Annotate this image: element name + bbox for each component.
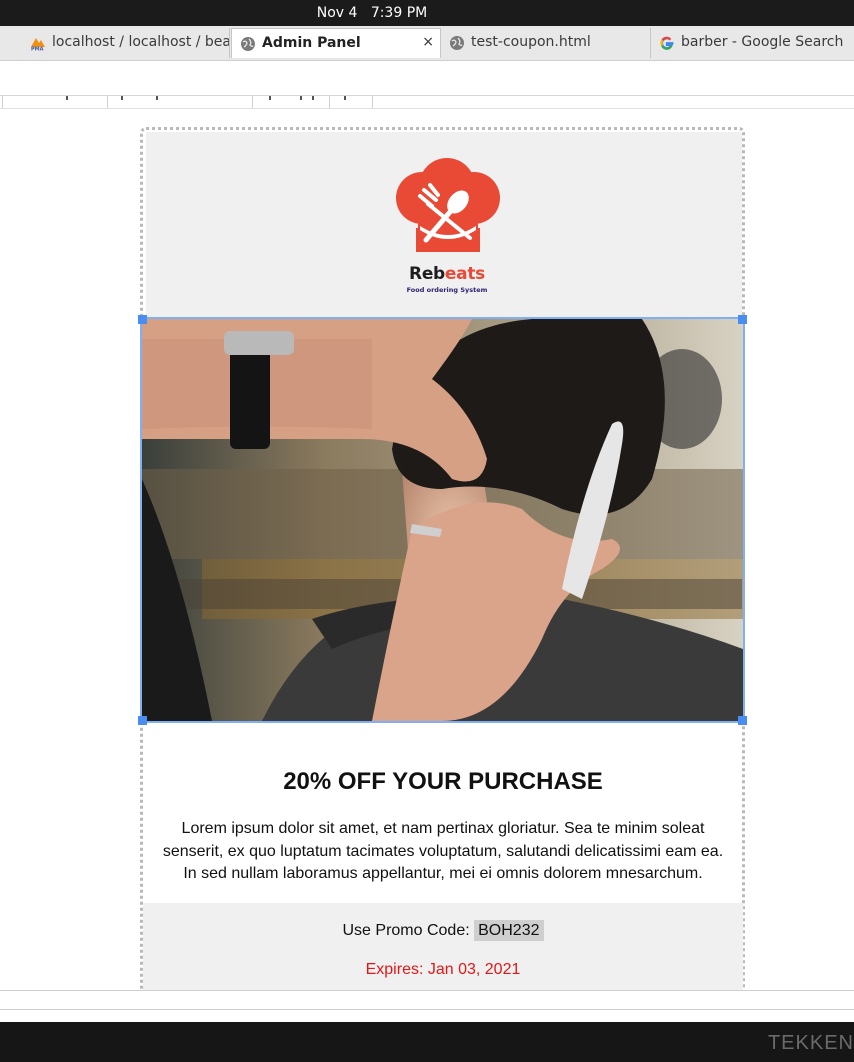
system-top-bar: Nov 4 7:39 PM bbox=[0, 0, 854, 26]
toolbar-button[interactable] bbox=[344, 96, 346, 100]
globe-icon bbox=[450, 36, 464, 50]
toolbar-divider bbox=[2, 96, 3, 108]
expiry-text: Expires: Jan 03, 2021 bbox=[365, 961, 521, 978]
promo-code[interactable]: BOH232 bbox=[474, 920, 544, 941]
google-icon bbox=[660, 36, 674, 50]
chef-hat-icon bbox=[396, 158, 500, 252]
tab-google-search[interactable]: barber - Google Search bbox=[651, 28, 854, 58]
close-icon[interactable]: × bbox=[422, 34, 434, 50]
brand-name-prefix: Reb bbox=[409, 264, 445, 284]
coupon-title[interactable]: 20% OFF YOUR PURCHASE bbox=[143, 768, 743, 796]
toolbar-divider bbox=[252, 96, 253, 108]
coupon-body-text[interactable]: Lorem ipsum dolor sit amet, et nam perti… bbox=[155, 818, 731, 886]
barber-photo bbox=[142, 319, 762, 721]
promo-line: Use Promo Code: BOH232 bbox=[143, 920, 743, 941]
toolbar-divider bbox=[372, 96, 373, 108]
brand-name: Rebeats bbox=[392, 264, 502, 284]
toolbar-divider bbox=[329, 96, 330, 108]
tab-label: Admin Panel bbox=[262, 35, 361, 51]
editor-toolbar bbox=[0, 61, 854, 96]
resize-handle[interactable] bbox=[738, 315, 747, 324]
resize-handle[interactable] bbox=[738, 716, 747, 725]
editor-format-bar bbox=[0, 96, 854, 109]
tab-label: barber - Google Search bbox=[681, 34, 844, 50]
globe-icon bbox=[241, 37, 255, 51]
toolbar-divider bbox=[107, 96, 108, 108]
brand-tagline: Food ordering System bbox=[406, 286, 488, 294]
email-header[interactable]: Rebeats Food ordering System bbox=[146, 132, 742, 322]
brand-name-suffix: eats bbox=[444, 264, 485, 284]
promo-block[interactable]: Use Promo Code: BOH232 Expires: Jan 03, … bbox=[143, 903, 743, 990]
tab-phpmyadmin[interactable]: PMA localhost / localhost / bea bbox=[22, 28, 230, 58]
brand-logo[interactable]: Rebeats Food ordering System bbox=[392, 156, 502, 301]
promo-label: Use Promo Code: bbox=[342, 922, 470, 939]
toolbar-button[interactable] bbox=[121, 96, 123, 100]
toolbar-button[interactable] bbox=[300, 96, 302, 100]
toolbar-button[interactable] bbox=[269, 96, 271, 100]
tab-label: test-coupon.html bbox=[471, 34, 591, 50]
editor-status-bar bbox=[0, 990, 854, 1010]
tab-label: localhost / localhost / bea bbox=[52, 34, 230, 50]
resize-handle[interactable] bbox=[138, 315, 147, 324]
system-date: Nov 4 bbox=[316, 5, 358, 21]
desktop-background-strip: TEKKEN bbox=[0, 1022, 854, 1062]
background-text: TEKKEN bbox=[767, 1032, 854, 1054]
tab-test-coupon[interactable]: test-coupon.html bbox=[441, 28, 651, 58]
toolbar-button[interactable] bbox=[66, 96, 68, 100]
svg-text:PMA: PMA bbox=[31, 47, 44, 52]
browser-tab-strip: PMA localhost / localhost / bea Admin Pa… bbox=[0, 26, 854, 61]
tab-admin-panel[interactable]: Admin Panel × bbox=[231, 28, 441, 58]
phpmyadmin-icon: PMA bbox=[31, 38, 45, 52]
resize-handle[interactable] bbox=[138, 716, 147, 725]
hero-image[interactable] bbox=[140, 317, 762, 723]
system-clock[interactable]: Nov 4 7:39 PM bbox=[0, 5, 854, 21]
system-time: 7:39 PM bbox=[370, 5, 428, 21]
toolbar-button[interactable] bbox=[156, 96, 158, 100]
toolbar-button[interactable] bbox=[312, 96, 314, 100]
